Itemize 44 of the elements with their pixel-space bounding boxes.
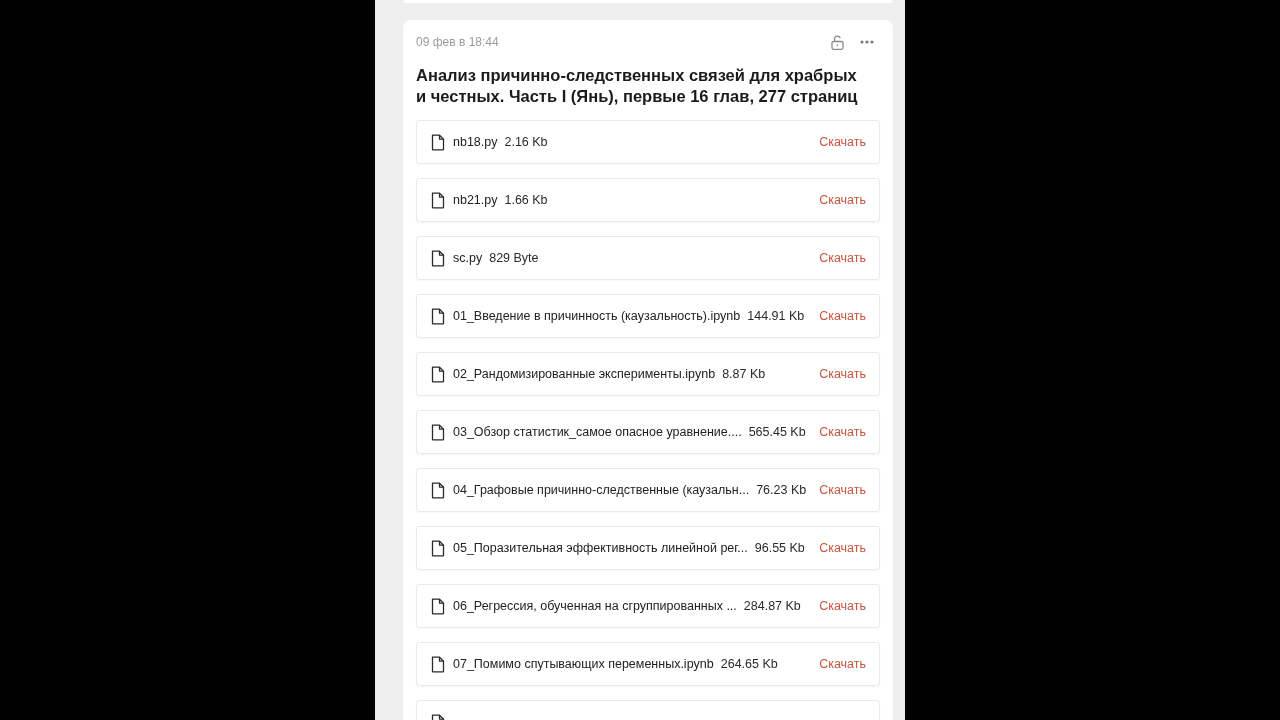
file-name: 02_Рандомизированные эксперименты.ipynb [453,365,716,383]
file-size: 565.45 Kb [748,423,806,441]
post-title: Анализ причинно-следственных связей для храбрых и честных. Часть I (Янь), первые 16 глав, 277 страниц [416,65,859,107]
download-link[interactable]: Скачать [811,132,866,152]
download-link[interactable]: Скачать [811,480,866,500]
padlock-icon[interactable] [831,34,844,50]
file-size: 284.87 Kb [743,597,801,615]
file-size: 144.91 Kb [747,307,805,325]
document-icon [431,655,445,673]
document-icon [431,597,445,615]
more-options-icon[interactable] [860,40,874,44]
file-name: 01_Введение в причинность (каузальность).ipynb [453,307,741,325]
post-date: 09 фев в 18:44 [416,34,499,51]
file-size: 2.16 Kb [504,133,548,151]
file-name: nb18.py [453,133,498,151]
document-icon [431,365,445,383]
file-size: 96.55 Kb [754,539,805,557]
file-name: nb21.py [453,191,498,209]
download-link[interactable]: Скачать [811,596,866,616]
document-icon [431,307,445,325]
file-name: 03_Обзор статистик_самое опасное уравнение.... [453,423,742,441]
document-icon [431,191,445,209]
file-name: sc.py [453,249,483,267]
download-link[interactable]: Скачать [811,306,866,326]
file-size: 1.66 Kb [504,191,548,209]
file-name: 05_Поразительная эффективность линейной рег... [453,539,748,557]
file-name: 04_Графовые причинно-следственные (каузальн... [453,481,750,499]
document-icon [431,249,445,267]
download-link[interactable]: Скачать [811,654,866,674]
download-link[interactable]: Скачать [811,364,866,384]
file-size: 8.87 Kb [722,365,766,383]
document-icon [431,133,445,151]
document-icon [431,539,445,557]
download-link[interactable]: Скачать [811,538,866,558]
document-icon [431,423,445,441]
download-link[interactable]: Скачать [811,190,866,210]
download-link[interactable]: Скачать [811,248,866,268]
file-size: 76.23 Kb [756,481,807,499]
download-link[interactable]: Скачать [811,422,866,442]
document-icon [431,481,445,499]
file-name: 07_Помимо спутывающих переменных.ipynb [453,655,714,673]
file-size: 829 Byte [489,249,539,267]
file-size: 264.65 Kb [720,655,778,673]
file-name: 06_Регрессия, обученная на сгруппированных ... [453,597,737,615]
